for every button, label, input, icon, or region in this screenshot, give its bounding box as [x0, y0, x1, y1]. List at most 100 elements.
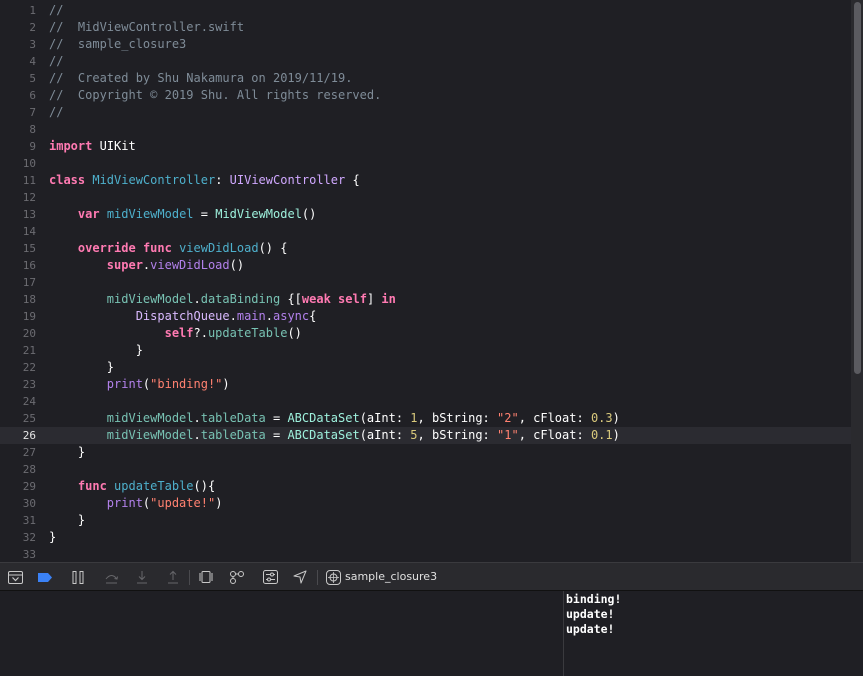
code-token: .	[229, 309, 237, 323]
editor-scrollbar-thumb[interactable]	[854, 2, 861, 374]
line-number[interactable]: 23	[0, 376, 36, 393]
code-line[interactable]: 10	[0, 155, 851, 172]
code-token: var	[77, 207, 100, 221]
hide-debug-area-button[interactable]	[7, 569, 23, 585]
line-number[interactable]: 32	[0, 529, 36, 546]
code-line[interactable]: 20 self?.updateTable()	[0, 325, 851, 342]
code-line[interactable]: 23 print("binding!")	[0, 376, 851, 393]
target-selector[interactable]	[325, 569, 341, 585]
line-number[interactable]: 13	[0, 206, 36, 223]
line-number[interactable]: 14	[0, 223, 36, 240]
line-number[interactable]: 10	[0, 155, 36, 172]
line-number[interactable]: 7	[0, 104, 36, 121]
code-token: updateTable	[114, 479, 194, 493]
line-number[interactable]: 22	[0, 359, 36, 376]
code-line[interactable]: 33	[0, 546, 851, 562]
code-line[interactable]: 26 midViewModel.tableData = ABCDataSet(a…	[0, 427, 851, 444]
step-into-button[interactable]	[134, 569, 150, 585]
line-number[interactable]: 24	[0, 393, 36, 410]
line-number[interactable]: 9	[0, 138, 36, 155]
line-number[interactable]: 8	[0, 121, 36, 138]
line-number[interactable]: 30	[0, 495, 36, 512]
code-line[interactable]: 4 //	[0, 53, 851, 70]
code-line[interactable]: 1 //	[0, 2, 851, 19]
code-line[interactable]: 25 midViewModel.tableData = ABCDataSet(a…	[0, 410, 851, 427]
code-line[interactable]: 15 override func viewDidLoad() {	[0, 240, 851, 257]
code-line[interactable]: 14	[0, 223, 851, 240]
line-number[interactable]: 20	[0, 325, 36, 342]
target-name[interactable]: sample_closure3	[345, 569, 437, 585]
line-number[interactable]: 17	[0, 274, 36, 291]
code-line[interactable]: 13 var midViewModel = MidViewModel()	[0, 206, 851, 223]
code-line[interactable]: 27 }	[0, 444, 851, 461]
code-line[interactable]: 9 import UIKit	[0, 138, 851, 155]
code-line[interactable]: 28	[0, 461, 851, 478]
code-token: , bString:	[417, 411, 497, 425]
code-token: 0.1	[590, 428, 613, 442]
step-over-button[interactable]	[103, 569, 119, 585]
code-line[interactable]: 5 // Created by Shu Nakamura on 2019/11/1…	[0, 70, 851, 87]
code-text: //	[49, 53, 63, 70]
line-number[interactable]: 21	[0, 342, 36, 359]
line-number[interactable]: 6	[0, 87, 36, 104]
line-number[interactable]: 18	[0, 291, 36, 308]
step-out-button[interactable]	[165, 569, 181, 585]
line-number[interactable]: 1	[0, 2, 36, 19]
pause-continue-button[interactable]	[70, 569, 86, 585]
code-line[interactable]: 30 print("update!")	[0, 495, 851, 512]
code-line[interactable]: 6 // Copyright © 2019 Shu. All rights res…	[0, 87, 851, 104]
code-line[interactable]: 24	[0, 393, 851, 410]
line-number[interactable]: 26	[0, 427, 36, 444]
code-line[interactable]: 3 // sample_closure3	[0, 36, 851, 53]
code-line[interactable]: 12	[0, 189, 851, 206]
code-line[interactable]: 2 // MidViewController.swift	[0, 19, 851, 36]
code-line[interactable]: 16 super.viewDidLoad()	[0, 257, 851, 274]
line-number[interactable]: 19	[0, 308, 36, 325]
line-number[interactable]: 3	[0, 36, 36, 53]
code-line[interactable]: 11 class MidViewController: UIViewControl…	[0, 172, 851, 189]
line-number[interactable]: 15	[0, 240, 36, 257]
code-line[interactable]: 31 }	[0, 512, 851, 529]
view-debugger-button[interactable]	[198, 569, 214, 585]
line-number[interactable]: 25	[0, 410, 36, 427]
code-token: class	[49, 173, 86, 187]
editor-scrollbar[interactable]	[851, 0, 863, 562]
code-token: MidViewModel	[215, 207, 302, 221]
code-editor[interactable]: 1 // 2 // MidViewController.swift 3 // sample…	[0, 0, 863, 562]
environment-overrides-button[interactable]	[262, 569, 278, 585]
code-line[interactable]: 19 DispatchQueue.main.async{	[0, 308, 851, 325]
variables-view[interactable]	[0, 591, 563, 676]
code-token: dataBinding	[200, 292, 281, 306]
step-over-icon	[105, 574, 118, 583]
line-number[interactable]: 16	[0, 257, 36, 274]
memory-graph-button[interactable]	[229, 569, 245, 585]
line-number[interactable]: 29	[0, 478, 36, 495]
code-line[interactable]: 18 midViewModel.dataBinding {[weak self]…	[0, 291, 851, 308]
code-line[interactable]: 21 }	[0, 342, 851, 359]
code-token: "update!"	[150, 496, 216, 510]
code-line[interactable]: 29 func updateTable(){	[0, 478, 851, 495]
line-number[interactable]: 31	[0, 512, 36, 529]
console-output[interactable]: binding! update! update!	[564, 591, 863, 676]
line-number[interactable]: 11	[0, 172, 36, 189]
breakpoints-toggle-button[interactable]	[37, 569, 53, 585]
line-number[interactable]: 4	[0, 53, 36, 70]
code-line[interactable]: 8	[0, 121, 851, 138]
line-number[interactable]: 2	[0, 19, 36, 36]
code-token: "binding!"	[150, 377, 223, 391]
code-line[interactable]: 17	[0, 274, 851, 291]
code-line[interactable]: 22 }	[0, 359, 851, 376]
line-number[interactable]: 28	[0, 461, 36, 478]
simulate-location-button[interactable]	[292, 569, 308, 585]
line-number[interactable]: 27	[0, 444, 36, 461]
line-number[interactable]: 33	[0, 546, 36, 562]
line-number[interactable]: 12	[0, 189, 36, 206]
code-token: , cFloat:	[518, 428, 591, 442]
code-line[interactable]: 7 //	[0, 104, 851, 121]
code-token: }	[49, 513, 86, 527]
code-line[interactable]: 32}	[0, 529, 851, 546]
line-number[interactable]: 5	[0, 70, 36, 87]
